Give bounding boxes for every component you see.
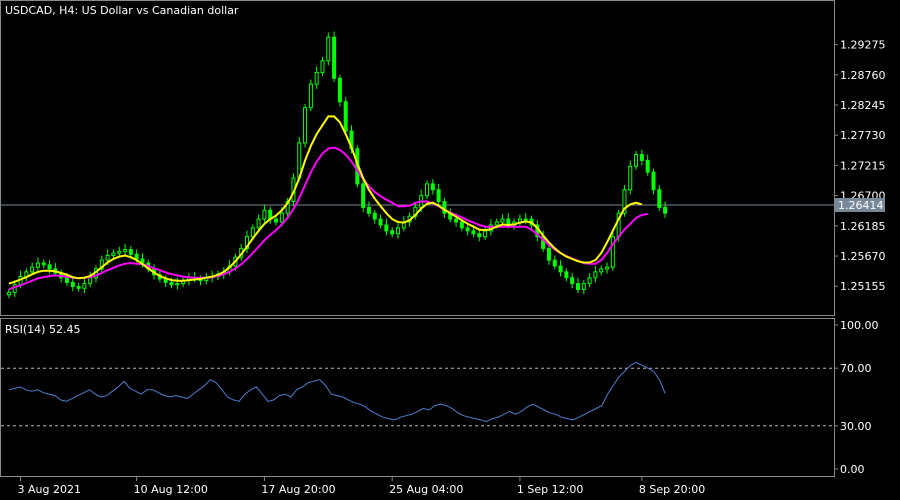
candle-body [326,36,331,62]
current-price-label: 1.26414 [838,199,884,212]
candle-body [395,227,400,235]
price-tick-label: 1.27215 [840,159,886,172]
candle-body [320,60,325,73]
candle-body [465,227,470,232]
rsi-tick-label: 0.00 [840,463,865,476]
candle-body [314,71,319,85]
candle-body [111,252,116,256]
candle-body [570,277,575,285]
price-tick-label: 1.28245 [840,99,886,112]
candle-body [663,206,668,214]
candle-body [546,247,551,261]
candle-body [274,218,279,223]
candle-body [332,36,337,79]
candle-body [372,212,377,220]
candle-body [6,291,11,296]
candle-body [175,283,180,286]
candle-body [628,165,633,191]
candle-body [657,189,662,208]
time-tick-label: 3 Aug 2021 [18,483,81,496]
candle-body [523,218,528,221]
candle-body [390,230,395,235]
rsi-tick-label: 100.00 [840,319,879,332]
price-tick-label: 1.25670 [840,250,886,263]
candle-body [41,262,46,266]
candle-body [599,268,604,273]
candle-body [436,189,441,202]
time-tick-label: 17 Aug 20:00 [261,483,335,496]
candle-body [494,221,499,226]
rsi-title: RSI(14) 52.45 [5,323,80,336]
candle-body [303,107,308,144]
candle-body [262,209,267,220]
candle-body [645,159,650,173]
candle-body [134,253,139,260]
candle-body [279,212,284,223]
candle-body [564,271,569,279]
price-tick-label: 1.27730 [840,129,886,142]
candle-body [639,154,644,161]
price-panel-frame [0,0,835,316]
rsi-tick-label: 70.00 [840,362,872,375]
candle-body [117,250,122,254]
candle-body [634,154,639,167]
candle-body [552,259,557,267]
time-tick-label: 10 Aug 12:00 [134,483,208,496]
candle-body [378,218,383,226]
time-tick-label: 1 Sep 12:00 [517,483,583,496]
rsi-tick-label: 30.00 [840,420,872,433]
candle-body [250,227,255,238]
chart-canvas: USDCAD, H4: US Dollar vs Canadian dollar… [0,0,886,496]
candle-body [581,283,586,290]
candle-body [425,183,430,197]
candle-body [343,101,348,132]
candle-body [256,218,261,229]
candle-body [105,254,110,261]
candle-body [575,283,580,290]
candle-body [651,171,656,191]
candle-body [477,233,482,238]
price-panel: USDCAD, H4: US Dollar vs Canadian dollar… [0,0,886,316]
rsi-panel-frame [0,318,835,477]
time-tick-label: 8 Sep 20:00 [639,483,705,496]
candle-body [169,281,174,286]
candle-body [30,266,35,273]
candle-body [587,277,592,285]
candle-body [123,249,128,252]
price-tick-label: 1.29275 [840,39,886,52]
rsi-panel: RSI(14) 52.45 100.00 70.00 30.00 0.00 [0,318,879,477]
candle-body [35,262,40,268]
candle-body [459,221,464,229]
time-axis: 3 Aug 2021 10 Aug 12:00 17 Aug 20:00 25 Aug… [18,477,705,496]
candle-body [76,286,81,289]
candle-body [47,264,52,270]
price-tick-label: 1.28760 [840,69,886,82]
price-tick-label: 1.26185 [840,220,886,233]
price-chart-title: USDCAD, H4: US Dollar vs Canadian dollar [5,4,239,17]
price-axis: 1.292751.287601.282451.277301.272151.267… [834,39,886,293]
candle-body [361,183,366,208]
candle-body [70,281,75,288]
candle-body [64,277,69,283]
candle-body [384,224,389,232]
candle-body [483,230,488,238]
candle-body [605,266,610,270]
candle-body [500,218,505,223]
candle-body [558,265,563,273]
candle-body [88,277,93,285]
price-tick-label: 1.25155 [840,280,886,293]
time-tick-label: 25 Aug 04:00 [389,483,463,496]
candle-body [308,83,313,109]
candle-body [366,206,371,214]
candle-body [593,271,598,279]
candle-body [128,249,133,255]
rsi-axis: 100.00 70.00 30.00 0.00 [834,319,879,476]
candle-body [471,230,476,235]
candle-body [82,283,87,289]
candle-body [430,183,435,191]
candle-body [337,77,342,103]
candle-body [454,218,459,223]
